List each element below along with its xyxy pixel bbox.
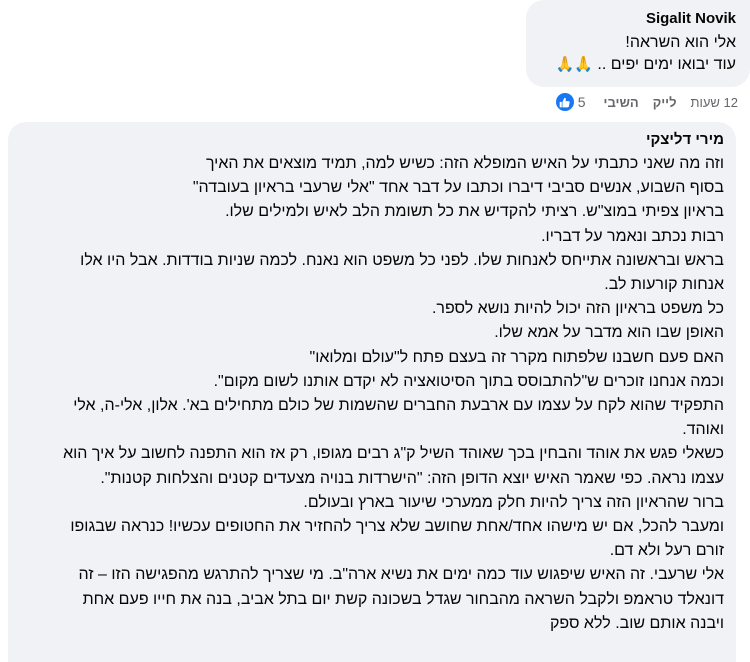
comment-bubble-sigalit: Sigalit Novik אלי הוא השראה! עוד יבואו י… — [526, 0, 750, 87]
comment-text-line: האם פעם חשבנו שלפתוח מקרר זה בעצם פתח ל"… — [309, 348, 724, 366]
comment-text-line: עוד יבואו ימים יפים .. 🙏🙏 — [538, 54, 736, 76]
comment-text-line: רבות נכתב ונאמר על דבריו. — [541, 227, 724, 245]
comment-text-line: וכמה אנחנו זוכרים ש"להתבוסס בתוך הסיטואצ… — [213, 372, 724, 390]
comment-text-line: אלי שרעבי. זה האיש שיפגוש עוד כמה ימים א… — [78, 566, 724, 584]
like-button[interactable]: לייק — [653, 95, 677, 110]
thumbs-up-icon — [555, 93, 574, 111]
reactions-summary[interactable]: 5 — [555, 93, 586, 111]
comment-timestamp[interactable]: 12 שעות — [691, 95, 739, 110]
comment-actions: 12 שעות לייק השיבי 5 — [508, 90, 738, 114]
comment-text-line: האופן שבו הוא מדבר על אמא שלו. — [494, 324, 724, 342]
comment-bubble-miri: מירי דליצקי וזה מה שאני כתבתי על האיש המ… — [8, 122, 736, 662]
comment-text-line: אלי הוא השראה! — [625, 34, 736, 51]
reaction-count: 5 — [577, 94, 586, 110]
comment-text-line: ומעבר להכל, אם יש מישהו אחד/אחת שחושב של… — [70, 518, 724, 536]
comment-text-line: עצמו נראה. כפי שאמר האיש יוצא הדופן הזה:… — [100, 469, 724, 487]
comment-text-line: בראיון צפיתי במוצ"ש. רציתי להקדיש את כל … — [225, 203, 724, 221]
comment-text-line: בראש ובראשונה אתייחס לאנחות שלו. לפני כל… — [80, 251, 724, 269]
praying-hands-emoji: 🙏🙏 — [555, 56, 593, 73]
comment-text-line: כשאלי פגש את אוהד והבחין בכך שאוהד השיל … — [63, 445, 724, 463]
comment-text-line: התפקיד שהוא לקח על עצמו עם ארבעת החברים … — [73, 397, 724, 415]
comment-text-line: וזה מה שאני כתבתי על האיש המופלא הזה: כש… — [205, 155, 724, 172]
comment-text-line: בסוף השבוע, אנשים סביבי דיברו וכתבו על ד… — [192, 179, 724, 197]
comment-text-line: זורם רעל ולא דם. — [609, 542, 724, 560]
comment-text-line: אנחות קורעות לב. — [604, 276, 724, 294]
reply-button[interactable]: השיבי — [604, 95, 639, 110]
comment-text-line: כל משפט בראיון הזה יכול להיות נושא לספר. — [431, 300, 724, 318]
comment-text-line: דונאלד טראמפ ולקבל השראה מהבחור שגדל בשכ… — [82, 590, 724, 608]
comment-text-line: ברור שהראיון הזה צריך להיות חלק ממערכי ש… — [303, 493, 724, 511]
comment-text-line: ואוהד. — [682, 421, 724, 439]
comment-text-line: ויבנה אותם שוב. ללא ספק — [549, 614, 724, 632]
comment-author[interactable]: מירי דליצקי — [20, 131, 724, 149]
comment-text: עוד יבואו ימים יפים .. — [597, 56, 736, 73]
comment-author[interactable]: Sigalit Novik — [538, 10, 736, 28]
